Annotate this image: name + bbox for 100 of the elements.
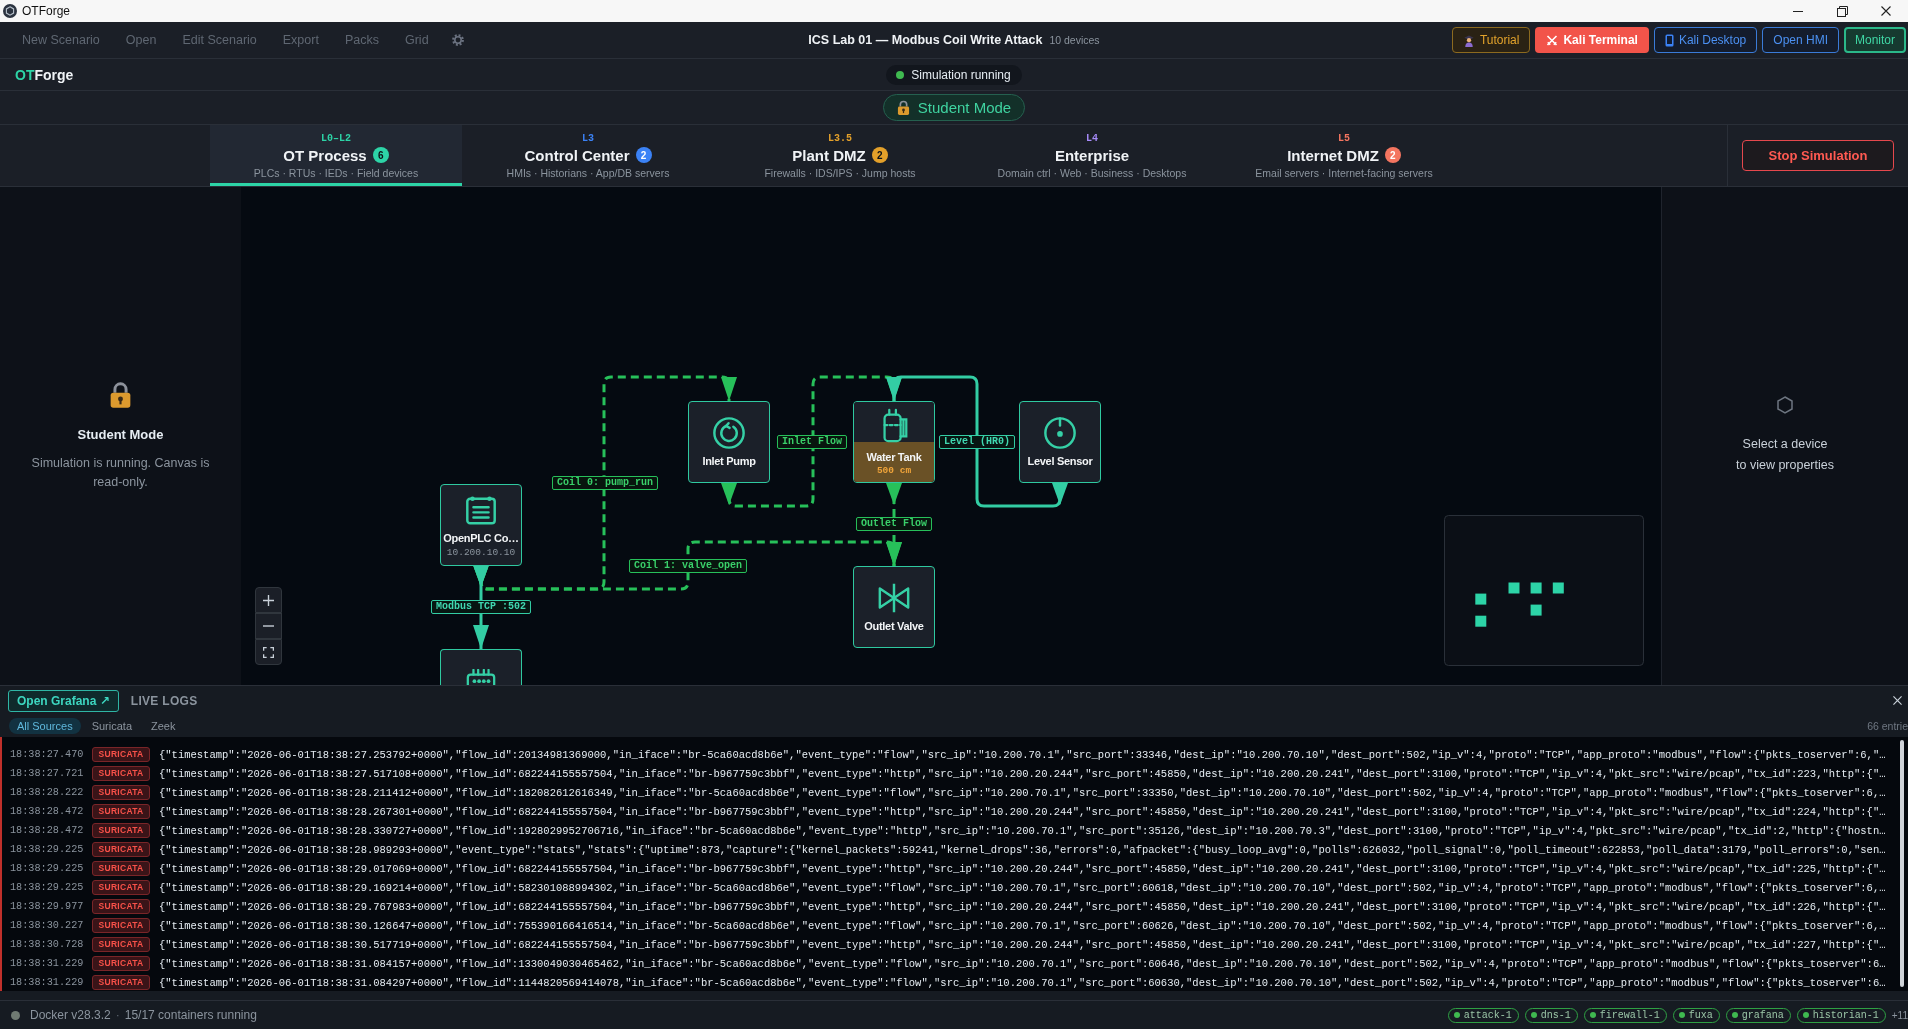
node-label: Inlet Pump (702, 455, 756, 468)
node-label: Water Tank (866, 451, 922, 464)
edge-label: Coil 1: valve_open (629, 559, 747, 573)
log-message: {"timestamp":"2026-06-01T18:38:28.989293+0000","event_type":"stats","stats":{"uptime":873,"capture":{"kernel_packets":59241,"kernel_drops":36,"errors":0,"afpacket":{"busy_loop_avg":0,"polls":626032,"poll_signal":0,"poll_timeout":622853,"poll_data":3179,"poll_errors":0,"sen… (159, 843, 1886, 856)
person-icon (1462, 33, 1475, 47)
count-badge: 2 (1384, 147, 1401, 163)
zone-subtitle: PLCs · RTUs · IEDs · Field devices (253, 166, 419, 180)
zoom-out-button[interactable] (255, 613, 282, 639)
status-dot-icon (1731, 1012, 1738, 1018)
log-message: {"timestamp":"2026-06-01T18:38:28.330727+0000","flow_id":1928029952706716,"in_iface":"br-5ca60acd8b6e","event_type":"http","src_ip":"10.200.70.1","src_port":35126,"dest_ip":"10.200.70.3","dest_port":3100,"proto":"TCP","ip_v":4,"pkt_src":"wire/pcap","tx_id":2,"http":{"hostn… (159, 824, 1886, 837)
node-label: OpenPLC Co… (443, 531, 519, 545)
edge-label: Level (HR0) (939, 435, 1015, 449)
device-node[interactable]: Level Sensor (1019, 401, 1101, 483)
edge-label: Coil 0: pump_run (552, 476, 658, 490)
container-name: dns-1 (1540, 1009, 1571, 1021)
status-text: Simulation running (911, 67, 1011, 82)
status-dot-icon (1530, 1012, 1537, 1018)
container-name: firewall-1 (1599, 1009, 1660, 1021)
zone-tab[interactable]: L4 Enterprise Domain ctrl · Web · Business · Desktops (966, 125, 1218, 186)
hmi-button[interactable]: Open HMI (1762, 27, 1839, 53)
source-tag: SURICATA (92, 975, 150, 990)
status-dot-icon (1589, 1012, 1596, 1018)
log-message: {"timestamp":"2026-06-01T18:38:28.211412+0000","flow_id":182082612616349,"in_iface":"br-5ca60acd8b6e","event_type":"flow","src_ip":"10.200.70.1","src_port":33350,"dest_ip":"10.200.70.10","dest_port":502,"ip_v":4,"proto":"TCP","app_proto":"modbus","flow":{"pkts_toserver":6,… (159, 786, 1886, 799)
plus-icon (263, 594, 274, 606)
zone-tab[interactable]: L3 Control Center 2 HMIs · Historians · App/DB servers (462, 125, 714, 186)
log-time: 18:38:27.470 (10, 749, 85, 760)
notice-text: Simulation is running. Canvas is read-only. (30, 454, 211, 491)
zone-tab[interactable]: L0–L2 OT Process 6 PLCs · RTUs · IEDs · Field devices (210, 125, 462, 186)
restore-icon[interactable] (1836, 5, 1848, 17)
node-reading: 500 cm (876, 465, 912, 476)
log-time: 18:38:31.229 (10, 958, 85, 969)
grafana-button[interactable]: Open Grafana ↗ (8, 689, 119, 712)
crossed-swords-icon (1546, 33, 1559, 47)
zone-subtitle: HMIs · Historians · App/DB servers (506, 166, 670, 180)
status-dot-icon (1453, 1012, 1460, 1018)
status-dot-icon (1802, 1012, 1809, 1018)
zone-tab[interactable]: L5 Internet DMZ 2 Email servers · Internet-facing servers (1218, 125, 1470, 186)
count-badge: 2 (635, 147, 652, 163)
minus-icon (263, 625, 274, 627)
minimap[interactable] (1444, 515, 1644, 666)
docker-version: Docker v28.3.2 (30, 1008, 111, 1022)
source-tag: SURICATA (92, 880, 150, 895)
mode-label: Student Mode (917, 99, 1012, 116)
count-badge: 2 (871, 147, 888, 163)
fit-view-icon (263, 646, 274, 658)
log-time: 18:38:30.227 (10, 920, 85, 931)
container-name: attack-1 (1463, 1009, 1512, 1021)
close-icon[interactable] (1881, 6, 1891, 16)
device-node[interactable] (440, 649, 522, 685)
log-message: {"timestamp":"2026-06-01T18:38:28.267301+0000","flow_id":682244155557504,"in_iface":"br-b967759c3bbf","event_type":"http","src_ip":"10.200.20.244","src_port":45850,"dest_ip":"10.200.20.241","dest_port":3100,"proto":"TCP","ip_v":4,"pkt_src":"wire/pcap","tx_id":224,"http":{"… (159, 805, 1886, 818)
tutorial-button[interactable]: Tutorial (1451, 27, 1531, 53)
log-time: 18:38:29.225 (10, 863, 85, 874)
scenario-title: ICS Lab 01 — Modbus Coil Write Attack (808, 33, 1043, 47)
source-tag: SURICATA (92, 804, 150, 819)
zone-subtitle: Firewalls · IDS/IPS · Jump hosts (764, 166, 916, 180)
log-message: {"timestamp":"2026-06-01T18:38:27.517108+0000","flow_id":682244155557504,"in_iface":"br-b967759c3bbf","event_type":"http","src_ip":"10.200.20.244","src_port":45850,"dest_ip":"10.200.20.241","dest_port":3100,"proto":"TCP","ip_v":4,"pkt_src":"wire/pcap","tx_id":223,"http":{"… (159, 767, 1886, 780)
lock-icon (896, 100, 910, 115)
source-tag: SURICATA (92, 861, 150, 876)
separator: · (115, 1008, 120, 1022)
log-time: 18:38:28.222 (10, 787, 85, 798)
minimize-icon[interactable] (1793, 10, 1803, 12)
desktop-button[interactable]: Kali Desktop (1653, 27, 1758, 53)
zoom-in-button[interactable] (255, 587, 282, 613)
device-node[interactable]: OpenPLC Co… 10.200.10.10 (440, 484, 522, 566)
source-filter[interactable]: All Sources (9, 718, 81, 734)
settings-icon[interactable] (451, 34, 464, 46)
source-tag: SURICATA (92, 918, 150, 933)
fit-view-button[interactable] (255, 639, 282, 665)
monitor-button[interactable]: Monitor (1844, 27, 1906, 53)
device-node[interactable]: Outlet Valve (853, 566, 935, 648)
node-address: 10.200.10.10 (446, 546, 516, 558)
edge-label: Inlet Flow (777, 435, 847, 449)
count-badge: 6 (372, 147, 389, 163)
device-node[interactable]: Water Tank 500 cm (853, 401, 935, 483)
lock-icon (109, 380, 132, 408)
source-filter[interactable]: Suricata (83, 718, 140, 734)
status-dot-icon (1678, 1012, 1685, 1018)
stop-button[interactable]: Stop Simulation (1742, 140, 1894, 171)
layer-label: L3.5 (828, 133, 852, 145)
log-time: 18:38:29.977 (10, 901, 85, 912)
source-filter[interactable]: Zeek (143, 718, 184, 734)
container-name: fuxa (1688, 1009, 1713, 1021)
layer-label: L0–L2 (321, 133, 351, 145)
properties-hint: Select a device to view properties (1736, 436, 1834, 474)
device-count: 10 devices (1049, 34, 1100, 46)
device-node[interactable]: Inlet Pump (688, 401, 770, 483)
valve-icon (877, 581, 911, 615)
log-time: 18:38:31.229 (10, 977, 85, 988)
window-title: OTForge (22, 4, 71, 18)
zone-tab[interactable]: L3.5 Plant DMZ 2 Firewalls · IDS/IPS · Jump hosts (714, 125, 966, 186)
container-name: historian-1 (1812, 1009, 1879, 1021)
log-time: 18:38:28.472 (10, 806, 85, 817)
hexagon-icon (1777, 396, 1793, 414)
logs-title: LIVE LOGS (130, 693, 198, 708)
source-tag: SURICATA (92, 747, 150, 762)
source-tag: SURICATA (92, 842, 150, 857)
scrollbar-thumb[interactable] (1900, 740, 1904, 987)
source-tag: SURICATA (92, 899, 150, 914)
app-logo: OTForge (14, 66, 74, 83)
source-tag: SURICATA (92, 823, 150, 838)
